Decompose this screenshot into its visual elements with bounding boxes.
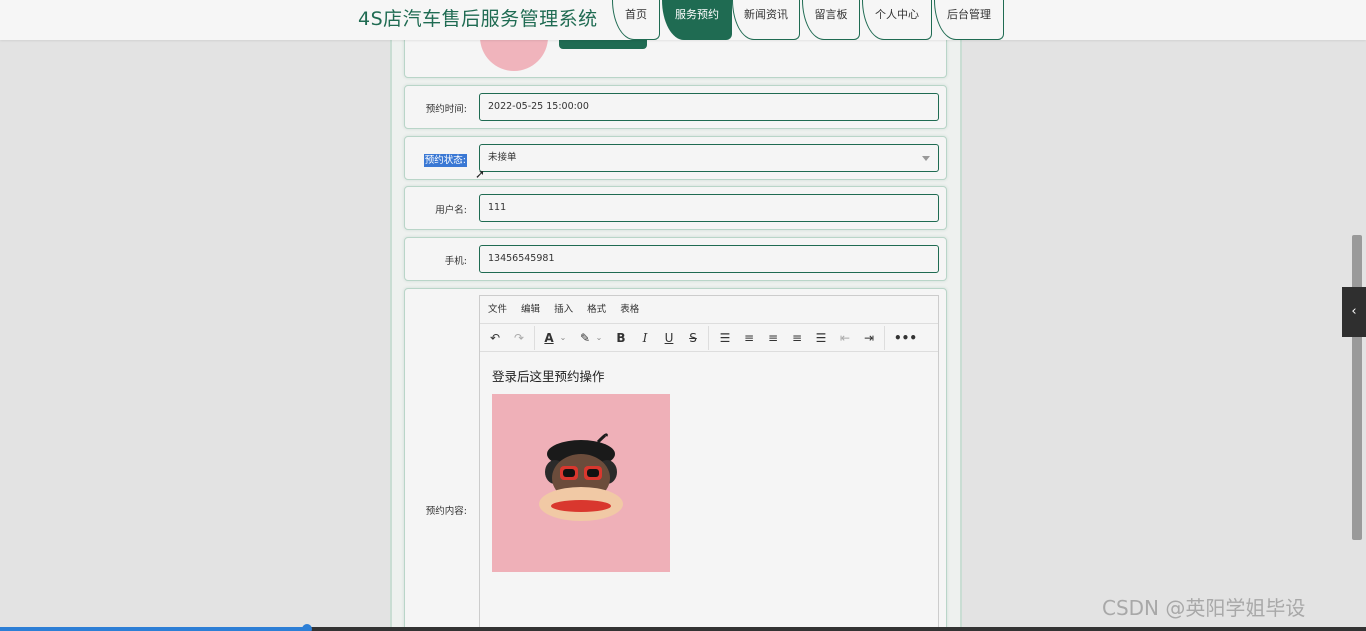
- watermark-text: CSDN @英阳学姐毕设: [1102, 596, 1306, 620]
- username-label: 用户名:: [435, 205, 467, 216]
- video-progress-knob[interactable]: [302, 624, 313, 631]
- menu-table[interactable]: 表格: [620, 304, 639, 315]
- chevron-down-icon: [922, 156, 930, 161]
- align-right-icon[interactable]: ≡: [788, 329, 806, 347]
- site-title: 4S店汽车售后服务管理系统: [358, 8, 598, 30]
- time-field[interactable]: 2022-05-25 15:00:00: [479, 93, 939, 121]
- outdent-icon[interactable]: ⇤: [836, 329, 854, 347]
- username-field[interactable]: 111: [479, 194, 939, 222]
- nav-tab-home[interactable]: 首页: [612, 0, 660, 40]
- align-justify-icon[interactable]: ☰: [812, 329, 830, 347]
- form-row-time: 预约时间: 2022-05-25 15:00:00: [404, 85, 947, 129]
- align-left-icon[interactable]: ≡: [740, 329, 758, 347]
- phone-label: 手机:: [444, 256, 467, 267]
- indent-icon[interactable]: ⇥: [860, 329, 878, 347]
- underline-icon[interactable]: U: [660, 329, 678, 347]
- phone-field[interactable]: 13456545981: [479, 245, 939, 273]
- undo-icon[interactable]: ↶: [486, 329, 504, 347]
- status-label: 预约状态:: [405, 152, 467, 167]
- video-progress-bar[interactable]: [0, 624, 1366, 631]
- redo-icon[interactable]: ↷: [510, 329, 528, 347]
- chevron-down-icon[interactable]: ⌄: [594, 329, 604, 347]
- align-center-icon[interactable]: ≡: [764, 329, 782, 347]
- nav-tab-personal-center[interactable]: 个人中心: [862, 0, 932, 40]
- time-label: 预约时间:: [425, 104, 467, 115]
- nav-tab-news[interactable]: 新闻资讯: [732, 0, 800, 40]
- nav-tab-admin[interactable]: 后台管理: [934, 0, 1004, 40]
- toolbar-divider: [884, 326, 885, 350]
- bold-icon[interactable]: B: [612, 329, 630, 347]
- menu-edit[interactable]: 编辑: [521, 304, 540, 315]
- chevron-left-icon[interactable]: ‹: [1342, 287, 1366, 337]
- status-label-text: 预约状态:: [423, 154, 467, 167]
- italic-icon[interactable]: I: [636, 329, 654, 347]
- content-label: 预约内容:: [425, 506, 467, 517]
- menu-format[interactable]: 格式: [587, 304, 606, 315]
- highlight-color-icon[interactable]: ✎: [576, 329, 594, 347]
- text-color-icon[interactable]: A: [540, 329, 558, 347]
- mouse-cursor-icon: ➚: [475, 167, 486, 181]
- rich-text-editor[interactable]: 文件 编辑 插入 格式 表格 ↶ ↷ A ⌄ ✎ ⌄ B I U S ☰ ≡ ≡…: [479, 295, 939, 631]
- editor-menubar: 文件 编辑 插入 格式 表格: [480, 296, 938, 324]
- form-row-status: 预约状态: 未接单 ➚: [404, 136, 947, 181]
- chevron-down-icon[interactable]: ⌄: [558, 329, 568, 347]
- strikethrough-icon[interactable]: S: [684, 329, 702, 347]
- menu-insert[interactable]: 插入: [554, 304, 573, 315]
- more-options-icon[interactable]: •••: [894, 329, 917, 347]
- scrollbar-thumb[interactable]: [1352, 235, 1362, 540]
- editor-content-text: 登录后这里预约操作: [492, 369, 605, 384]
- toolbar-divider: [534, 326, 535, 350]
- monkey-illustration: [539, 433, 623, 521]
- status-select-value: 未接单: [488, 152, 517, 163]
- toolbar-divider: [708, 326, 709, 350]
- form-row-phone: 手机: 13456545981: [404, 237, 947, 281]
- editor-toolbar: ↶ ↷ A ⌄ ✎ ⌄ B I U S ☰ ≡ ≡ ≡ ☰ ⇤ ⇥ •••: [480, 324, 938, 352]
- video-progress-fill: [0, 627, 308, 631]
- menu-file[interactable]: 文件: [488, 304, 507, 315]
- status-select[interactable]: 未接单: [479, 144, 939, 172]
- line-height-icon[interactable]: ☰: [716, 329, 734, 347]
- form-row-username: 用户名: 111: [404, 186, 947, 230]
- top-nav-bar: 4S店汽车售后服务管理系统 首页 服务预约 新闻资讯 留言板 个人中心 后台管理: [0, 0, 1366, 40]
- nav-tab-message-board[interactable]: 留言板: [802, 0, 860, 40]
- nav-tab-service-booking[interactable]: 服务预约: [662, 0, 732, 40]
- monkey-image: [492, 394, 670, 572]
